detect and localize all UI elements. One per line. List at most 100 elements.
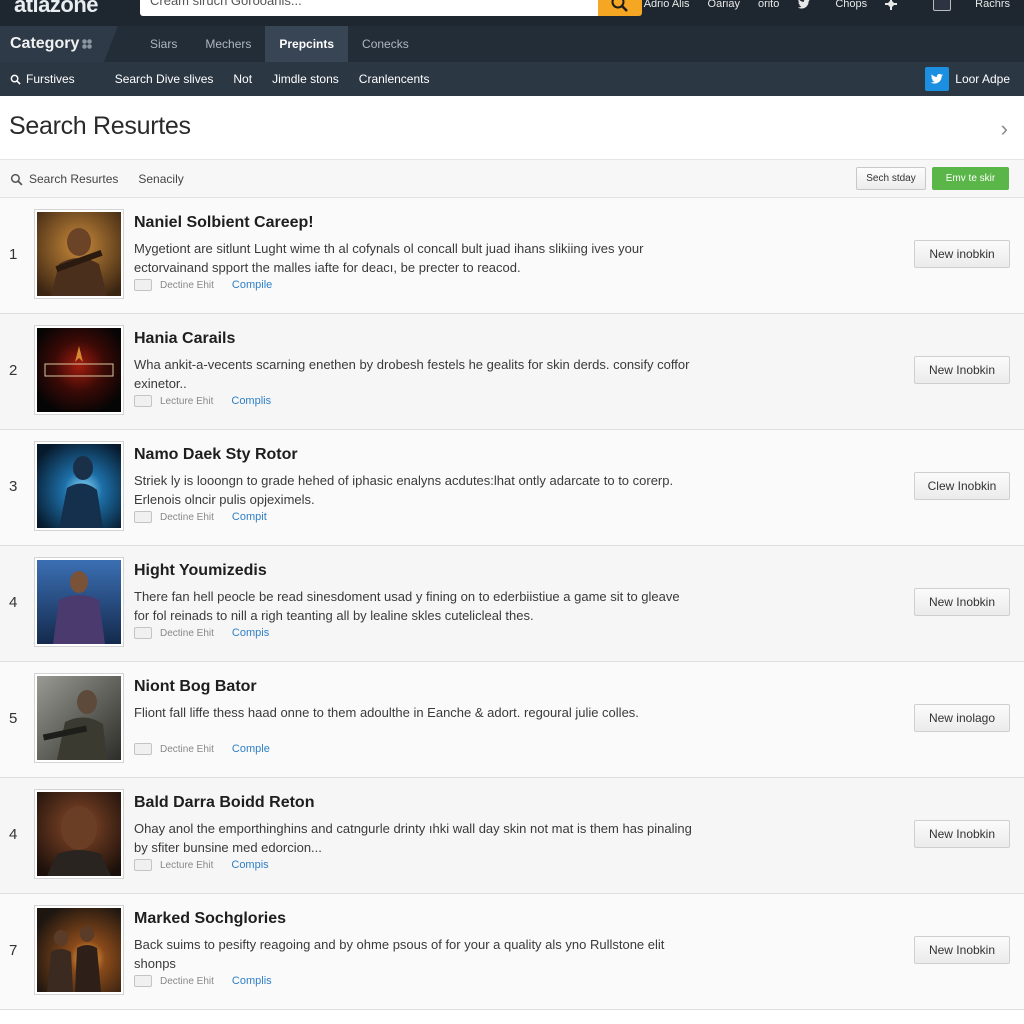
result-title[interactable]: Namo Daek Sty Rotor [134, 446, 298, 464]
login-label: Loor Adpe [955, 72, 1010, 86]
result-row: 2 Hania Carails Wha ankit-a-vecents scar… [0, 314, 1024, 430]
category-bar: Category Siars Mechers Prepcints Conecks [0, 26, 1024, 62]
thumbs-icon [134, 859, 152, 871]
result-thumbnail[interactable] [35, 558, 123, 646]
result-meta: Lecture Ehit Compis [134, 858, 269, 872]
subnav-item-furstives[interactable]: Furstives [10, 72, 95, 86]
result-title[interactable]: Hight Youmizedis [134, 562, 267, 580]
result-row: 3 Namo Daek Sty Rotor Striek ly is looon… [0, 430, 1024, 546]
result-rank: 4 [9, 594, 18, 611]
result-meta: Dectine Ehit Comple [134, 742, 270, 756]
subnav-item-jimdle[interactable]: Jimdle stons [272, 72, 339, 86]
result-title[interactable]: Marked Sochglories [134, 910, 286, 928]
game-cover-image [37, 792, 121, 876]
subnav-item-search-dive[interactable]: Search Dive slives [115, 72, 214, 86]
top-link-4[interactable]: Chops [797, 0, 867, 11]
result-title[interactable]: Niont Bog Bator [134, 678, 257, 696]
result-action-button[interactable]: Clew Inobkin [914, 472, 1010, 500]
result-title[interactable]: Bald Darra Boidd Reton [134, 794, 314, 812]
result-thumbnail[interactable] [35, 790, 123, 878]
result-meta-link[interactable]: Compile [232, 279, 272, 291]
subnav-item-not[interactable]: Not [233, 72, 252, 86]
result-rank: 4 [9, 826, 18, 843]
thumbs-icon [134, 743, 152, 755]
result-meta-text: Dectine Ehit [160, 279, 214, 291]
result-meta-link[interactable]: Complis [231, 395, 271, 407]
result-title[interactable]: Hania Carails [134, 330, 235, 348]
top-link-5[interactable]: Rachrs [915, 0, 1010, 11]
tab-siars[interactable]: Siars [136, 26, 191, 62]
result-thumbnail[interactable] [35, 326, 123, 414]
result-meta: Dectine Ehit Compit [134, 510, 267, 524]
top-link-2[interactable]: Oariay [708, 0, 740, 10]
category-label: Category [10, 35, 80, 52]
results-list: 1 Naniel Solbient Careep! Mygetiont are … [0, 198, 1024, 1010]
result-row: 1 Naniel Solbient Careep! Mygetiont are … [0, 198, 1024, 314]
result-meta: Dectine Ehit Compile [134, 278, 272, 292]
result-rank: 7 [9, 942, 18, 959]
result-rank: 5 [9, 710, 18, 727]
result-meta: Dectine Ehit Complis [134, 974, 272, 988]
result-row: 5 Niont Bog Bator Fliont fall liffe thes… [0, 662, 1024, 778]
result-rank: 3 [9, 478, 18, 495]
result-meta-link[interactable]: Compit [232, 511, 267, 523]
site-logo[interactable]: atlazone [14, 0, 99, 18]
top-link-1[interactable]: Adrio Alis [644, 0, 690, 10]
search-icon [10, 173, 23, 186]
result-meta: Lecture Ehit Complis [134, 394, 271, 408]
result-rank: 2 [9, 362, 18, 379]
tab-mechers[interactable]: Mechers [191, 26, 265, 62]
top-link-3[interactable]: orito [758, 0, 779, 10]
thumbs-icon [134, 395, 152, 407]
result-action-button[interactable]: New Inobkin [914, 936, 1010, 964]
tab-conecks[interactable]: Conecks [348, 26, 423, 62]
chevron-right-icon[interactable]: › [1001, 116, 1008, 142]
primary-button[interactable]: Emv te skir [932, 167, 1009, 190]
bird-icon [798, 0, 811, 9]
category-dropdown[interactable]: Category [0, 26, 118, 62]
game-cover-image [37, 444, 121, 528]
result-thumbnail[interactable] [35, 674, 123, 762]
game-cover-image [37, 328, 121, 412]
result-action-button[interactable]: New Inobkin [914, 356, 1010, 384]
thumbs-icon [134, 279, 152, 291]
filter-sort-label[interactable]: Senacily [138, 172, 183, 186]
filter-search-label[interactable]: Search Resurtes [29, 172, 118, 186]
result-meta-link[interactable]: Compis [232, 627, 269, 639]
result-thumbnail[interactable] [35, 210, 123, 298]
result-description: Striek ly is looongn to grade hehed of i… [134, 473, 674, 507]
grid-icon [82, 39, 93, 49]
result-meta-link[interactable]: Complis [232, 975, 272, 987]
result-meta-link[interactable]: Compis [231, 859, 268, 871]
result-description: Fliont fall liffe thess haad onne to the… [134, 705, 639, 720]
game-cover-image [37, 676, 121, 760]
result-description: Ohay anol the emporthinghins and catngur… [134, 821, 692, 855]
login-button[interactable]: Loor Adpe [925, 67, 1010, 91]
game-cover-image [37, 212, 121, 296]
result-meta-text: Dectine Ehit [160, 743, 214, 755]
search-input[interactable]: Cream siruch Gorooanis... [140, 0, 600, 16]
result-row: 4 Hight Youmizedis There fan hell peocle… [0, 546, 1024, 662]
page-title: Search Resurtes [9, 112, 191, 140]
result-row: 4 Bald Darra Boidd Reton Ohay anol the e… [0, 778, 1024, 894]
result-thumbnail[interactable] [35, 442, 123, 530]
secondary-button[interactable]: Sech stday [856, 167, 926, 190]
thumbs-icon [134, 975, 152, 987]
tab-prepcints[interactable]: Prepcints [265, 26, 349, 62]
result-thumbnail[interactable] [35, 906, 123, 994]
result-description: There fan hell peocle be read sinesdomen… [134, 589, 680, 623]
top-bar: atlazone Cream siruch Gorooanis... Adrio… [0, 0, 1024, 26]
result-description: Back suims to pesifty reagoing and by oh… [134, 937, 665, 971]
result-action-button[interactable]: New Inobkin [914, 820, 1010, 848]
result-meta-link[interactable]: Comple [232, 743, 270, 755]
search-placeholder: Cream siruch Gorooanis... [150, 0, 302, 8]
subnav-item-cranlencents[interactable]: Cranlencents [359, 72, 430, 86]
settings-link[interactable] [885, 0, 898, 10]
result-action-button[interactable]: New Inobkin [914, 588, 1010, 616]
result-row: 7 Marked Sochglories Back suims to pesif… [0, 894, 1024, 1010]
result-action-button[interactable]: New inolago [914, 704, 1010, 732]
result-action-button[interactable]: New inobkin [914, 240, 1010, 268]
result-meta: Dectine Ehit Compis [134, 626, 269, 640]
result-title[interactable]: Naniel Solbient Careep! [134, 214, 314, 232]
sub-nav: Furstives Search Dive slives Not Jimdle … [0, 62, 1024, 96]
